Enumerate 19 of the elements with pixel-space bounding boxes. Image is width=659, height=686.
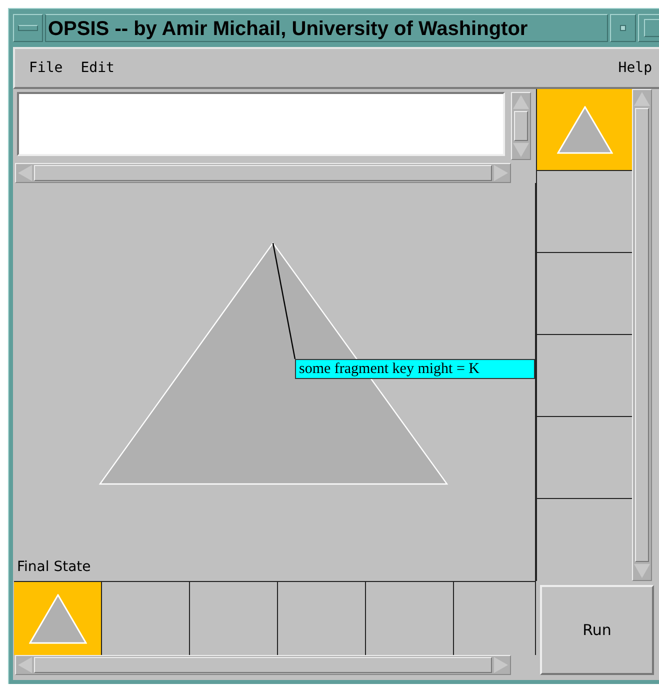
canvas-caption: Final State (17, 559, 91, 575)
horizontal-scrollbar[interactable] (15, 163, 511, 183)
tooltip: some fragment key might = K (295, 359, 535, 379)
vertical-scrollbar[interactable] (632, 89, 652, 581)
menu-item[interactable]: File (29, 60, 63, 76)
window-title: OPSIS -- by Amir Michail, University of Washingtor (45, 14, 608, 42)
frame-thumbnail[interactable] (14, 582, 102, 655)
frame-thumbnail[interactable] (536, 89, 632, 171)
run-button[interactable]: Run (540, 585, 654, 675)
horizontal-scrollbar[interactable] (15, 655, 511, 675)
menu-item[interactable]: Help (618, 60, 652, 76)
text-field[interactable] (17, 92, 505, 156)
triangle-icon (28, 594, 86, 644)
window-menu-button[interactable] (13, 14, 43, 42)
menu-item[interactable]: Edit (80, 60, 114, 76)
minimize-button[interactable] (610, 14, 636, 42)
vertical-scrollbar[interactable] (511, 92, 531, 160)
maximize-button[interactable] (638, 14, 659, 42)
triangle-icon (556, 106, 612, 154)
